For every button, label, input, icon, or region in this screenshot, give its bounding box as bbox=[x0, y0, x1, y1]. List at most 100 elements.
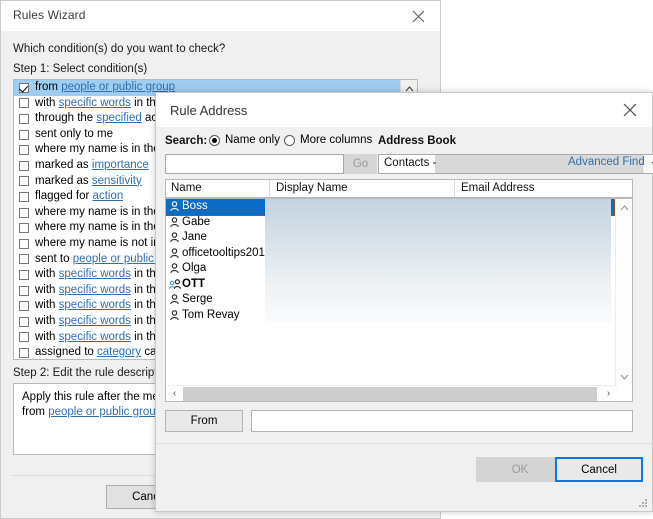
address-book-label: Address Book bbox=[378, 135, 456, 147]
rule-address-dialog: Rule Address Search: Name only More colu… bbox=[155, 92, 653, 512]
checkbox-icon[interactable] bbox=[19, 332, 29, 343]
condition-label: flagged for action bbox=[35, 189, 123, 205]
condition-link[interactable]: specific words bbox=[59, 97, 131, 109]
resize-grip[interactable] bbox=[638, 498, 648, 508]
checkbox-icon[interactable] bbox=[19, 129, 29, 140]
contact-row[interactable]: OTT bbox=[166, 277, 614, 293]
condition-label: from people or public group bbox=[35, 80, 175, 96]
contact-name: Serge bbox=[182, 293, 213, 305]
condition-link[interactable]: sensitivity bbox=[92, 175, 142, 187]
condition-text: with bbox=[35, 283, 59, 296]
rule-address-body: Search: Name only More columns Address B… bbox=[156, 127, 653, 511]
condition-text: marked as bbox=[35, 174, 92, 187]
checkbox-checked-icon[interactable] bbox=[19, 82, 29, 93]
go-button[interactable]: Go bbox=[344, 154, 377, 174]
checkbox-icon[interactable] bbox=[19, 347, 29, 358]
from-input[interactable] bbox=[251, 410, 633, 432]
condition-link[interactable]: action bbox=[93, 190, 124, 202]
contact-row[interactable]: Jane bbox=[166, 230, 614, 246]
scroll-right-arrow-icon[interactable]: › bbox=[600, 386, 617, 401]
condition-text: from bbox=[35, 81, 62, 93]
contact-row[interactable]: officetooltips2015 bbox=[166, 246, 614, 262]
contacts-horizontal-scrollbar[interactable]: ‹ › bbox=[166, 385, 617, 401]
contacts-list[interactable]: Boss Gabe Jane officetooltips2015 Olga OTT Ser… bbox=[165, 198, 633, 402]
search-input[interactable] bbox=[165, 154, 344, 174]
step2-label: Step 2: Edit the rule description bbox=[13, 367, 173, 379]
description-text: from bbox=[22, 406, 49, 418]
condition-label: with specific words in the s bbox=[35, 283, 171, 299]
person-icon bbox=[169, 201, 182, 212]
scroll-down-arrow-icon[interactable] bbox=[616, 368, 632, 385]
condition-label: assigned to category categ bbox=[35, 345, 172, 359]
column-header-name[interactable]: Name bbox=[171, 182, 202, 194]
contact-row[interactable]: Serge bbox=[166, 292, 614, 308]
contact-row[interactable]: Gabe bbox=[166, 215, 614, 231]
contact-row[interactable]: Tom Revay bbox=[166, 308, 614, 324]
contacts-vertical-scrollbar[interactable] bbox=[615, 199, 632, 385]
column-header-display[interactable]: Display Name bbox=[276, 182, 348, 194]
close-icon bbox=[623, 103, 637, 117]
condition-link[interactable]: specific words bbox=[59, 284, 131, 296]
condition-label: sent to people or public gr bbox=[35, 252, 167, 268]
condition-link[interactable]: specific words bbox=[59, 268, 131, 280]
checkbox-icon[interactable] bbox=[19, 223, 29, 234]
from-button[interactable]: From bbox=[165, 410, 243, 432]
condition-text: sent only to me bbox=[35, 127, 113, 140]
advanced-find-link[interactable]: Advanced Find bbox=[568, 156, 645, 168]
condition-text: flagged for bbox=[35, 190, 93, 203]
condition-link[interactable]: category bbox=[97, 346, 141, 358]
group-icon bbox=[169, 278, 182, 290]
rule-address-titlebar: Rule Address bbox=[156, 93, 652, 127]
checkbox-icon[interactable] bbox=[19, 113, 29, 124]
contact-row[interactable]: Olga bbox=[166, 261, 614, 277]
scroll-up-arrow-icon[interactable] bbox=[616, 199, 632, 216]
checkbox-icon[interactable] bbox=[19, 98, 29, 109]
checkbox-icon[interactable] bbox=[19, 316, 29, 327]
checkbox-icon[interactable] bbox=[19, 285, 29, 296]
condition-label: marked as sensitivity bbox=[35, 174, 142, 190]
person-icon bbox=[169, 216, 182, 228]
condition-label: with specific words in the s bbox=[35, 330, 171, 346]
checkbox-icon[interactable] bbox=[19, 176, 29, 187]
condition-link[interactable]: people or public gr bbox=[73, 253, 168, 265]
description-link[interactable]: people or public group bbox=[48, 406, 162, 418]
radio-name-only-label: Name only bbox=[225, 134, 280, 146]
checkbox-icon[interactable] bbox=[19, 145, 29, 156]
contact-name: Jane bbox=[182, 231, 207, 243]
ok-button[interactable]: OK bbox=[476, 457, 564, 482]
checkbox-icon[interactable] bbox=[19, 269, 29, 280]
rules-wizard-title: Rules Wizard bbox=[13, 8, 86, 22]
checkbox-icon[interactable] bbox=[19, 238, 29, 249]
rule-address-close-button[interactable] bbox=[608, 93, 652, 126]
checkbox-icon[interactable] bbox=[19, 254, 29, 265]
checkbox-icon[interactable] bbox=[19, 207, 29, 218]
divider bbox=[156, 443, 652, 444]
checkbox-icon[interactable] bbox=[19, 301, 29, 312]
condition-link[interactable]: importance bbox=[92, 159, 149, 171]
condition-text: where my name is in the C bbox=[35, 205, 172, 218]
person-icon bbox=[169, 232, 182, 243]
condition-link[interactable]: specific words bbox=[59, 315, 131, 327]
person-icon bbox=[169, 263, 182, 274]
column-divider[interactable] bbox=[454, 180, 455, 197]
scroll-left-arrow-icon[interactable]: ‹ bbox=[166, 386, 183, 401]
contact-name: Boss bbox=[182, 200, 208, 212]
condition-link[interactable]: specific words bbox=[59, 299, 131, 311]
condition-link[interactable]: specified bbox=[96, 112, 141, 124]
prompt-text: Which condition(s) do you want to check? bbox=[13, 43, 226, 55]
close-button[interactable] bbox=[398, 1, 440, 30]
cancel-button[interactable]: Cancel bbox=[555, 457, 643, 482]
condition-link[interactable]: specific words bbox=[59, 331, 131, 343]
condition-text: with bbox=[35, 314, 59, 327]
checkbox-icon[interactable] bbox=[19, 191, 29, 202]
column-divider[interactable] bbox=[269, 180, 270, 197]
scrollbar-thumb[interactable] bbox=[183, 387, 597, 401]
contact-row[interactable]: Boss bbox=[166, 199, 615, 216]
column-header-email[interactable]: Email Address bbox=[461, 182, 535, 194]
condition-text: assigned to bbox=[35, 346, 98, 359]
checkbox-icon[interactable] bbox=[19, 160, 29, 171]
radio-more-columns[interactable]: More columns bbox=[284, 134, 372, 146]
radio-name-only[interactable]: Name only bbox=[209, 134, 280, 146]
condition-text: sent to bbox=[35, 252, 73, 265]
step1-label: Step 1: Select condition(s) bbox=[13, 63, 148, 75]
